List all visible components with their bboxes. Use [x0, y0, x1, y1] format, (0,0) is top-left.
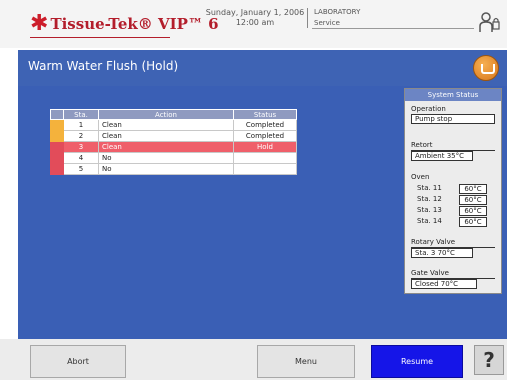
- row-action: Clean: [98, 141, 234, 153]
- row-status: [233, 163, 297, 175]
- oven-sta-label: Sta. 14: [417, 217, 442, 225]
- row-marker: [50, 141, 64, 153]
- table-row[interactable]: 5 No: [50, 163, 297, 175]
- oven-sta-label: Sta. 13: [417, 206, 442, 214]
- date-text: Sunday, January 1, 2006: [205, 8, 305, 17]
- retort-value: Ambient 35°C: [411, 151, 473, 161]
- oven-sta-value: 60°C: [459, 195, 487, 205]
- row-sta: 2: [63, 130, 99, 142]
- star-icon: ✱: [30, 11, 49, 36]
- table-row-selected[interactable]: 3 Clean Hold: [50, 141, 297, 153]
- row-action: No: [98, 152, 234, 164]
- lab-underline: [312, 28, 474, 29]
- table-row[interactable]: 4 No: [50, 152, 297, 164]
- action-header: Action: [98, 109, 234, 120]
- menu-button[interactable]: Menu: [257, 345, 355, 378]
- oven-sta-label: Sta. 11: [417, 184, 442, 192]
- brand-underline: [30, 37, 170, 38]
- row-sta: 5: [63, 163, 99, 175]
- status-header: Status: [233, 109, 297, 120]
- oven-sta-value: 60°C: [459, 217, 487, 227]
- lab-info: LABORATORY Service: [314, 7, 360, 29]
- marker-header: [50, 109, 64, 120]
- main-panel: Sta. Action Status 1 Clean Completed 2 C…: [18, 86, 507, 339]
- row-marker: [50, 130, 64, 142]
- datetime-display: Sunday, January 1, 2006 12:00 am: [195, 8, 315, 28]
- rotary-valve-label: Rotary Valve: [411, 238, 456, 246]
- row-sta: 3: [63, 141, 99, 153]
- reagent-bottle-icon[interactable]: [473, 55, 499, 81]
- row-status: Completed: [233, 119, 297, 131]
- oven-row-sta11: Sta. 11 60°C: [417, 184, 487, 194]
- operation-value: Pump stop: [411, 114, 495, 124]
- row-sta: 4: [63, 152, 99, 164]
- resume-button[interactable]: Resume: [371, 345, 463, 378]
- header-divider: [307, 8, 308, 28]
- help-button[interactable]: ?: [474, 345, 504, 375]
- row-status: Completed: [233, 130, 297, 142]
- row-marker: [50, 119, 64, 131]
- gate-valve-label: Gate Valve: [411, 269, 449, 277]
- system-status-title: System Status: [405, 89, 501, 101]
- operation-label: Operation: [411, 105, 446, 113]
- brand-logo: ✱ Tissue-Tek® VIP™ 6: [30, 12, 219, 36]
- gate-valve-value: Closed 70°C: [411, 279, 477, 289]
- row-sta: 1: [63, 119, 99, 131]
- row-action: No: [98, 163, 234, 175]
- user-login-icon[interactable]: [478, 10, 500, 34]
- table-row[interactable]: 1 Clean Completed: [50, 119, 297, 131]
- retort-label: Retort: [411, 141, 433, 149]
- system-status-panel: System Status Operation Pump stop Retort…: [404, 88, 502, 294]
- oven-label: Oven: [411, 173, 430, 181]
- app-header: ✱ Tissue-Tek® VIP™ 6 Sunday, January 1, …: [0, 0, 507, 48]
- row-status: [233, 152, 297, 164]
- brand-name: Tissue-Tek® VIP™ 6: [50, 15, 219, 33]
- abort-button[interactable]: Abort: [30, 345, 126, 378]
- oven-row-sta13: Sta. 13 60°C: [417, 206, 487, 216]
- lab-name: LABORATORY: [314, 8, 361, 16]
- oven-row-sta12: Sta. 12 60°C: [417, 195, 487, 205]
- station-table: Sta. Action Status 1 Clean Completed 2 C…: [50, 109, 297, 175]
- table-header-row: Sta. Action Status: [50, 109, 297, 120]
- screen-title: Warm Water Flush (Hold): [28, 59, 179, 73]
- oven-sta-label: Sta. 12: [417, 195, 442, 203]
- screen-titlebar: Warm Water Flush (Hold): [18, 50, 507, 86]
- row-action: Clean: [98, 130, 234, 142]
- sta-header: Sta.: [63, 109, 99, 120]
- footer-bar: Abort Menu Resume: [0, 339, 507, 380]
- oven-sta-value: 60°C: [459, 206, 487, 216]
- time-text: 12:00 am: [235, 18, 275, 27]
- row-action: Clean: [98, 119, 234, 131]
- row-marker: [50, 163, 64, 175]
- row-marker: [50, 152, 64, 164]
- row-status: Hold: [233, 141, 297, 153]
- oven-sta-value: 60°C: [459, 184, 487, 194]
- oven-row-sta14: Sta. 14 60°C: [417, 217, 487, 227]
- rotary-valve-value: Sta. 3 70°C: [411, 248, 473, 258]
- table-row[interactable]: 2 Clean Completed: [50, 130, 297, 142]
